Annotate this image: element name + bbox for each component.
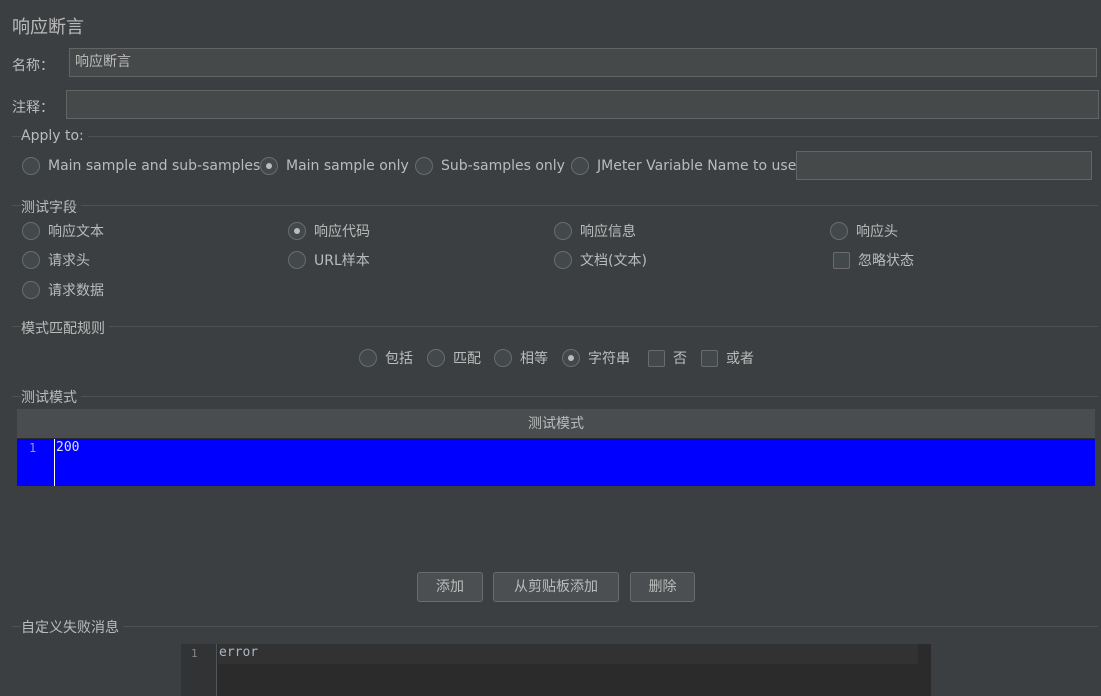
- row-line-number: 1: [29, 441, 37, 455]
- radio-icon[interactable]: [288, 251, 306, 269]
- add-from-clipboard-button[interactable]: 从剪贴板添加: [493, 572, 619, 602]
- field-response-code-option[interactable]: 响应代码: [288, 221, 370, 241]
- rule-matches-label: 匹配: [453, 351, 481, 367]
- field-response-text-label: 响应文本: [48, 224, 104, 240]
- radio-icon[interactable]: [22, 251, 40, 269]
- radio-icon[interactable]: [554, 222, 572, 240]
- apply-main-only-option[interactable]: Main sample only: [260, 157, 409, 175]
- rule-substring-label: 字符串: [588, 351, 630, 367]
- radio-selected-icon[interactable]: [288, 222, 306, 240]
- rule-or-label: 或者: [726, 351, 754, 367]
- checkbox-icon[interactable]: [648, 349, 665, 367]
- test-field-title: 测试字段: [21, 197, 81, 217]
- test-patterns-divider: [12, 396, 1098, 397]
- rule-matches-option[interactable]: 匹配: [427, 348, 481, 368]
- apply-sub-only-label: Sub-samples only: [441, 158, 565, 174]
- add-button[interactable]: 添加: [417, 572, 483, 602]
- editor-current-line: [218, 644, 918, 664]
- field-url-sampled-label: URL样本: [314, 253, 370, 269]
- apply-jmeter-variable-option[interactable]: JMeter Variable Name to use: [571, 157, 796, 175]
- pattern-rules-divider: [12, 326, 1098, 327]
- field-url-sampled-option[interactable]: URL样本: [288, 250, 370, 270]
- rule-contains-option[interactable]: 包括: [359, 348, 413, 368]
- radio-icon[interactable]: [571, 157, 589, 175]
- field-response-headers-option[interactable]: 响应头: [830, 221, 898, 241]
- apply-to-title: Apply to:: [21, 128, 88, 144]
- rule-equals-option[interactable]: 相等: [494, 348, 548, 368]
- field-request-headers-label: 请求头: [48, 253, 90, 269]
- failure-message-divider: [12, 626, 1098, 627]
- radio-icon[interactable]: [554, 251, 572, 269]
- field-document-label: 文档(文本): [580, 253, 647, 269]
- field-ignore-status-label: 忽略状态: [858, 253, 914, 269]
- radio-icon[interactable]: [22, 281, 40, 299]
- apply-jmeter-variable-label: JMeter Variable Name to use: [597, 158, 797, 174]
- radio-selected-icon[interactable]: [562, 349, 580, 367]
- rule-not-option[interactable]: 否: [648, 348, 687, 368]
- field-ignore-status-option[interactable]: 忽略状态: [833, 250, 914, 270]
- field-document-option[interactable]: 文档(文本): [554, 250, 647, 270]
- rule-not-label: 否: [673, 351, 687, 367]
- delete-button[interactable]: 删除: [630, 572, 695, 602]
- radio-icon[interactable]: [22, 157, 40, 175]
- name-input[interactable]: 响应断言: [69, 48, 1097, 77]
- radio-icon[interactable]: [22, 222, 40, 240]
- failure-message-text[interactable]: error: [219, 645, 258, 660]
- pattern-value[interactable]: 200: [56, 440, 79, 455]
- apply-main-only-label: Main sample only: [286, 158, 409, 174]
- rule-substring-option[interactable]: 字符串: [562, 348, 630, 368]
- table-row[interactable]: 1 200: [17, 439, 1095, 486]
- apply-to-divider: [12, 136, 1098, 137]
- rule-or-option[interactable]: 或者: [701, 348, 754, 368]
- page-title: 响应断言: [12, 17, 84, 38]
- comment-input[interactable]: [66, 90, 1099, 119]
- pattern-rules-title: 模式匹配规则: [21, 318, 109, 338]
- field-response-headers-label: 响应头: [856, 224, 898, 240]
- editor-line-number: 1: [191, 647, 198, 660]
- radio-icon[interactable]: [494, 349, 512, 367]
- checkbox-icon[interactable]: [701, 349, 718, 367]
- apply-main-and-sub-label: Main sample and sub-samples: [48, 158, 261, 174]
- editor-gutter: 1: [181, 644, 217, 696]
- field-response-message-label: 响应信息: [580, 224, 636, 240]
- text-cursor: [54, 439, 55, 486]
- radio-icon[interactable]: [427, 349, 445, 367]
- apply-sub-only-option[interactable]: Sub-samples only: [415, 157, 565, 175]
- test-field-divider: [12, 205, 1098, 206]
- radio-icon[interactable]: [830, 222, 848, 240]
- radio-icon[interactable]: [415, 157, 433, 175]
- test-patterns-title: 测试模式: [21, 387, 81, 407]
- field-request-data-label: 请求数据: [48, 283, 104, 299]
- field-request-headers-option[interactable]: 请求头: [22, 250, 90, 270]
- name-label: 名称：: [12, 58, 54, 74]
- checkbox-icon[interactable]: [833, 251, 850, 269]
- rule-contains-label: 包括: [385, 351, 413, 367]
- radio-icon[interactable]: [359, 349, 377, 367]
- radio-selected-icon[interactable]: [260, 157, 278, 175]
- field-response-code-label: 响应代码: [314, 224, 370, 240]
- failure-message-editor[interactable]: 1 error: [181, 644, 931, 696]
- field-request-data-option[interactable]: 请求数据: [22, 280, 104, 300]
- jmeter-variable-input[interactable]: [796, 151, 1092, 180]
- rule-equals-label: 相等: [520, 351, 548, 367]
- patterns-table-header[interactable]: 测试模式: [17, 409, 1095, 439]
- apply-main-and-sub-option[interactable]: Main sample and sub-samples: [22, 157, 260, 175]
- failure-message-title: 自定义失败消息: [21, 617, 123, 637]
- comment-label: 注释：: [12, 100, 54, 116]
- field-response-text-option[interactable]: 响应文本: [22, 221, 104, 241]
- field-response-message-option[interactable]: 响应信息: [554, 221, 636, 241]
